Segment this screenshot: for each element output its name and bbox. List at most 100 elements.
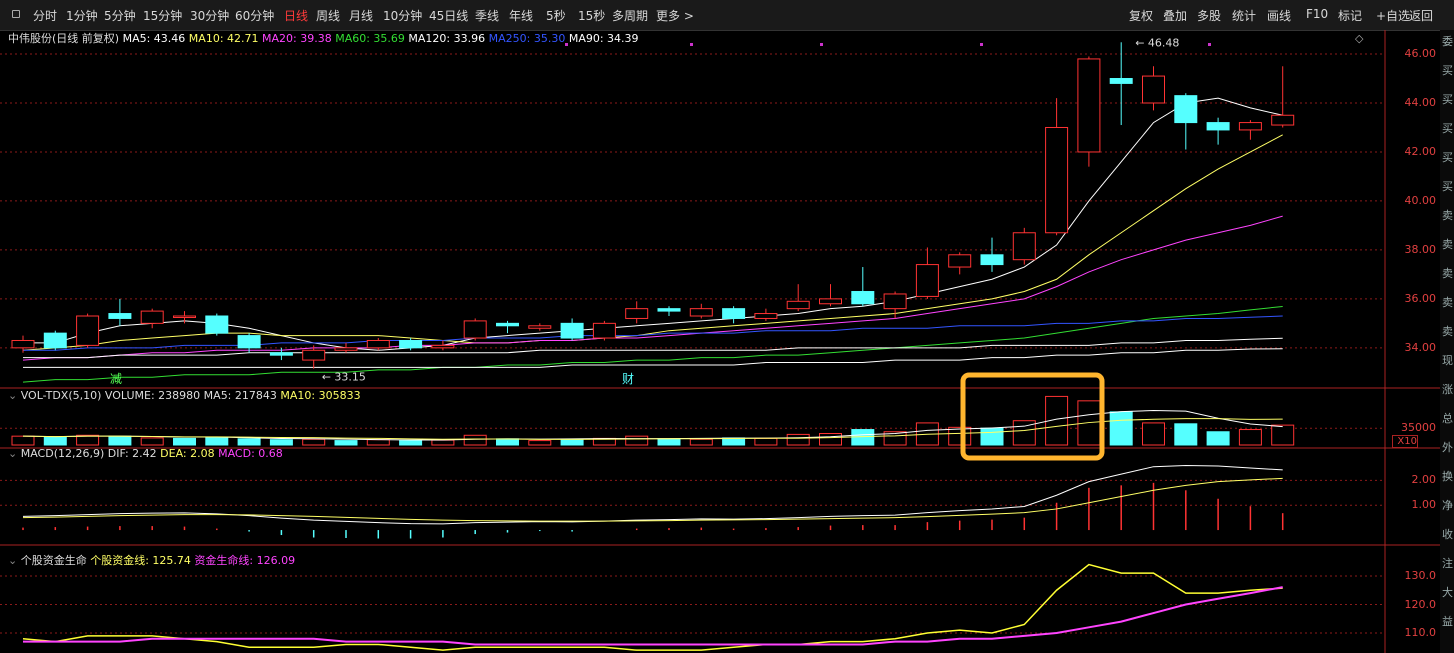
candle	[173, 315, 196, 318]
side-strip-label[interactable]: 益	[1442, 616, 1454, 628]
period-tab[interactable]: 日线	[284, 7, 308, 24]
side-strip-label[interactable]: 注	[1442, 558, 1454, 570]
volume-bar	[625, 435, 649, 446]
event-marker: 减	[110, 372, 122, 386]
fund-title[interactable]: 个股资金生命	[21, 554, 87, 567]
side-strip-label[interactable]: 卖	[1442, 326, 1454, 338]
candle	[205, 315, 229, 334]
ma-indicator-label: MA5: 43.46	[122, 32, 186, 45]
candle	[948, 254, 972, 268]
volume-title[interactable]: VOL-TDX(5,10)	[21, 389, 102, 402]
side-strip-label[interactable]: 卖	[1442, 268, 1454, 280]
candle	[754, 313, 778, 319]
ma-indicator-label: MA10: 42.71	[185, 32, 259, 45]
period-tab[interactable]: 更多 >	[656, 7, 694, 24]
candle	[11, 339, 35, 349]
candle	[399, 339, 423, 349]
price-tick-label: 36.00	[1404, 291, 1437, 305]
period-tab[interactable]: 1分钟	[66, 7, 98, 24]
candle	[269, 352, 293, 356]
side-strip-label[interactable]: 总	[1442, 413, 1454, 425]
period-tab[interactable]: 周线	[316, 7, 340, 24]
candle	[1238, 122, 1262, 131]
candle	[431, 344, 455, 349]
period-tab[interactable]: 5分钟	[104, 7, 136, 24]
period-tab[interactable]: 月线	[349, 7, 373, 24]
signal-dot	[980, 43, 983, 46]
volume-scale-badge: X10	[1392, 435, 1418, 448]
volume-bar	[1206, 431, 1230, 446]
candle	[851, 291, 875, 305]
signal-dot	[1208, 43, 1211, 46]
macd-value: MACD: 0.68	[218, 447, 283, 460]
side-strip-label[interactable]: 卖	[1442, 210, 1454, 222]
side-strip-label[interactable]: 卖	[1442, 239, 1454, 251]
toolbar-action-button[interactable]: 画线	[1267, 7, 1291, 24]
volume-bar	[269, 439, 293, 446]
volume-bar	[431, 439, 455, 446]
side-strip-label[interactable]: 换	[1442, 471, 1454, 483]
volume-bar	[754, 437, 778, 446]
toolbar-action-button[interactable]: F10	[1306, 7, 1328, 21]
candle	[496, 322, 519, 327]
toolbar-action-button[interactable]: +自选	[1376, 7, 1410, 24]
period-tab[interactable]: 年线	[509, 7, 533, 24]
side-strip-label[interactable]: 买	[1442, 94, 1454, 106]
side-strip-label[interactable]: 外	[1442, 442, 1454, 454]
toolbar-action-button[interactable]: 返回	[1409, 7, 1433, 24]
macd-title[interactable]: MACD(12,26,9)	[21, 447, 105, 460]
volume-panel-header: ⌄ VOL-TDX(5,10) VOLUME: 238980 MA5: 2178…	[8, 389, 361, 402]
signal-dot	[690, 43, 693, 46]
candle	[625, 308, 649, 319]
period-tab[interactable]: 5秒	[546, 7, 566, 24]
period-tab[interactable]: 45日线	[429, 7, 468, 24]
volume-bar	[463, 434, 487, 446]
fund-tick-label: 130.0	[1404, 568, 1437, 582]
side-strip-label[interactable]: 现	[1442, 355, 1454, 367]
candle	[560, 322, 584, 339]
candle	[463, 320, 487, 339]
toolbar-action-button[interactable]: 统计	[1232, 7, 1256, 24]
side-strip-label[interactable]: 买	[1442, 181, 1454, 193]
collapse-icon[interactable]: ⌄	[8, 447, 17, 460]
candle	[1271, 114, 1295, 126]
candle	[366, 339, 390, 349]
period-tab[interactable]: 60分钟	[235, 7, 274, 24]
volume-bar	[237, 438, 261, 446]
macd-dif: DIF: 2.42	[107, 447, 157, 460]
stock-name[interactable]: 中伟股份(日线 前复权)	[8, 32, 119, 45]
volume-bar	[948, 426, 972, 446]
volume-bar	[1174, 423, 1198, 446]
side-strip-label[interactable]: 净	[1442, 500, 1454, 512]
candle	[1045, 126, 1069, 234]
macd-tick-label: 1.00	[1411, 498, 1437, 512]
toolbar-action-button[interactable]: 多股	[1197, 7, 1221, 24]
side-strip-label[interactable]: 大	[1442, 587, 1454, 599]
side-strip-label[interactable]: 委	[1442, 36, 1454, 48]
period-tab[interactable]: 30分钟	[190, 7, 229, 24]
toolbar-action-button[interactable]: 叠加	[1163, 7, 1187, 24]
volume-bar	[560, 438, 584, 446]
side-strip-label[interactable]: 卖	[1442, 297, 1454, 309]
collapse-icon[interactable]: ⌄	[8, 389, 17, 402]
period-tab[interactable]: 10分钟	[383, 7, 422, 24]
period-tab[interactable]: 15分钟	[143, 7, 182, 24]
collapse-icon[interactable]: ⌄	[8, 554, 17, 567]
side-strip-label[interactable]: 买	[1442, 123, 1454, 135]
side-strip-label[interactable]: 涨	[1442, 384, 1454, 396]
period-tab[interactable]: 多周期	[612, 7, 648, 24]
volume-bar	[1238, 429, 1262, 446]
volume-bar	[334, 440, 358, 446]
toolbar-action-button[interactable]: 标记	[1338, 7, 1362, 24]
volume-bar	[173, 437, 196, 446]
period-tab[interactable]: 15秒	[578, 7, 605, 24]
side-strip-label[interactable]: 买	[1442, 65, 1454, 77]
side-strip-label[interactable]: 收	[1442, 529, 1454, 541]
candle	[237, 335, 261, 349]
toolbar-action-button[interactable]: 复权	[1129, 7, 1153, 24]
candle	[689, 308, 713, 317]
period-tab[interactable]: 季线	[475, 7, 499, 24]
period-tab[interactable]: 分时	[33, 7, 57, 24]
side-strip-label[interactable]: 买	[1442, 152, 1454, 164]
tag-icon[interactable]	[12, 10, 20, 18]
